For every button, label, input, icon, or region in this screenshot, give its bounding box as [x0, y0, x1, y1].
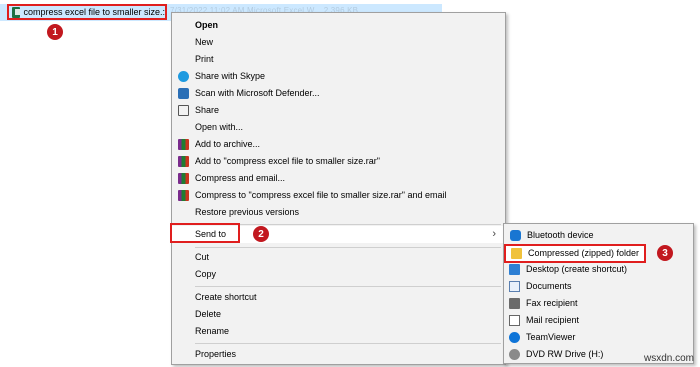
menu-item-share-with-skype[interactable]: Share with Skype	[172, 68, 505, 85]
desktop-icon	[509, 264, 520, 275]
menu-item-label: Delete	[195, 309, 222, 319]
menu-item-label: Compress and email...	[195, 173, 286, 183]
watermark: wsxdn.com	[643, 353, 694, 364]
submenu-item-label: Desktop (create shortcut)	[526, 264, 628, 274]
menu-item-open-with[interactable]: Open with...	[172, 119, 505, 136]
menu-item-compress-to-rar-and-email[interactable]: Compress to "compress excel file to smal…	[172, 187, 505, 204]
menu-item-open[interactable]: Open	[172, 17, 505, 34]
menu-item-label: Open with...	[195, 122, 244, 132]
menu-item-label: Share	[195, 105, 220, 115]
menu-item-scan-defender[interactable]: Scan with Microsoft Defender...	[172, 85, 505, 102]
menu-item-add-to-archive[interactable]: Add to archive...	[172, 136, 505, 153]
menu-item-label: Compress to "compress excel file to smal…	[195, 190, 447, 200]
winrar-icon	[178, 139, 189, 150]
menu-separator	[195, 224, 501, 225]
send-to-item-mail[interactable]: Mail recipient	[503, 312, 692, 329]
menu-item-delete[interactable]: Delete	[172, 306, 505, 323]
menu-separator	[195, 286, 501, 287]
mail-icon	[509, 315, 520, 326]
menu-item-print[interactable]: Print	[172, 51, 505, 68]
menu-item-label: Rename	[195, 326, 230, 336]
send-to-item-documents[interactable]: Documents	[503, 278, 692, 295]
send-to-item-desktop[interactable]: Desktop (create shortcut)	[503, 261, 692, 278]
share-icon	[178, 105, 189, 116]
menu-item-label: Add to archive...	[195, 139, 261, 149]
skype-icon	[178, 71, 189, 82]
defender-icon	[178, 88, 189, 99]
menu-item-label: Restore previous versions	[195, 207, 300, 217]
submenu-item-label: Documents	[526, 281, 572, 291]
teamviewer-icon	[509, 332, 520, 343]
menu-item-new[interactable]: New	[172, 34, 505, 51]
selected-file[interactable]: compress excel file to smaller size.:	[7, 4, 167, 20]
submenu-item-label: TeamViewer	[526, 332, 576, 342]
menu-item-add-to-rar[interactable]: Add to "compress excel file to smaller s…	[172, 153, 505, 170]
step-badge-2: 2	[253, 226, 269, 242]
step-badge-1: 1	[47, 24, 63, 40]
send-to-item-teamviewer[interactable]: TeamViewer	[503, 329, 692, 346]
menu-item-share[interactable]: Share	[172, 102, 505, 119]
send-to-item-fax[interactable]: Fax recipient	[503, 295, 692, 312]
menu-item-compress-and-email[interactable]: Compress and email...	[172, 170, 505, 187]
menu-item-label: Create shortcut	[195, 292, 257, 302]
menu-item-label: New	[195, 37, 214, 47]
documents-icon	[509, 281, 520, 292]
menu-item-label: Scan with Microsoft Defender...	[195, 88, 320, 98]
menu-item-copy[interactable]: Copy	[172, 266, 505, 283]
menu-item-label: Copy	[195, 269, 217, 279]
menu-item-restore-previous-versions[interactable]: Restore previous versions	[172, 204, 505, 221]
menu-item-properties[interactable]: Properties	[172, 346, 505, 363]
winrar-icon	[178, 156, 189, 167]
dvd-drive-icon	[509, 349, 520, 360]
submenu-item-label: DVD RW Drive (H:)	[526, 349, 604, 359]
menu-item-label: Cut	[195, 252, 210, 262]
winrar-icon	[178, 190, 189, 201]
submenu-item-label: Fax recipient	[526, 298, 578, 308]
menu-item-create-shortcut[interactable]: Create shortcut	[172, 289, 505, 306]
winrar-icon	[178, 173, 189, 184]
menu-item-rename[interactable]: Rename	[172, 323, 505, 340]
menu-item-label: Add to "compress excel file to smaller s…	[195, 156, 380, 166]
menu-item-label: Share with Skype	[195, 71, 266, 81]
step-badge-3: 3	[657, 245, 673, 261]
send-to-highlight	[170, 223, 240, 243]
excel-file-icon	[12, 6, 21, 18]
menu-item-cut[interactable]: Cut	[172, 249, 505, 266]
fax-icon	[509, 298, 520, 309]
menu-item-label: Open	[195, 20, 219, 30]
menu-item-label: Properties	[195, 349, 237, 359]
submenu-item-label: Mail recipient	[526, 315, 580, 325]
file-name: compress excel file to smaller size.:	[23, 7, 165, 17]
context-menu: Open New Print Share with Skype Scan wit…	[171, 12, 506, 365]
chevron-right-icon: ›	[492, 228, 496, 240]
menu-separator	[195, 247, 501, 248]
menu-item-label: Print	[195, 54, 214, 64]
menu-separator	[195, 343, 501, 344]
